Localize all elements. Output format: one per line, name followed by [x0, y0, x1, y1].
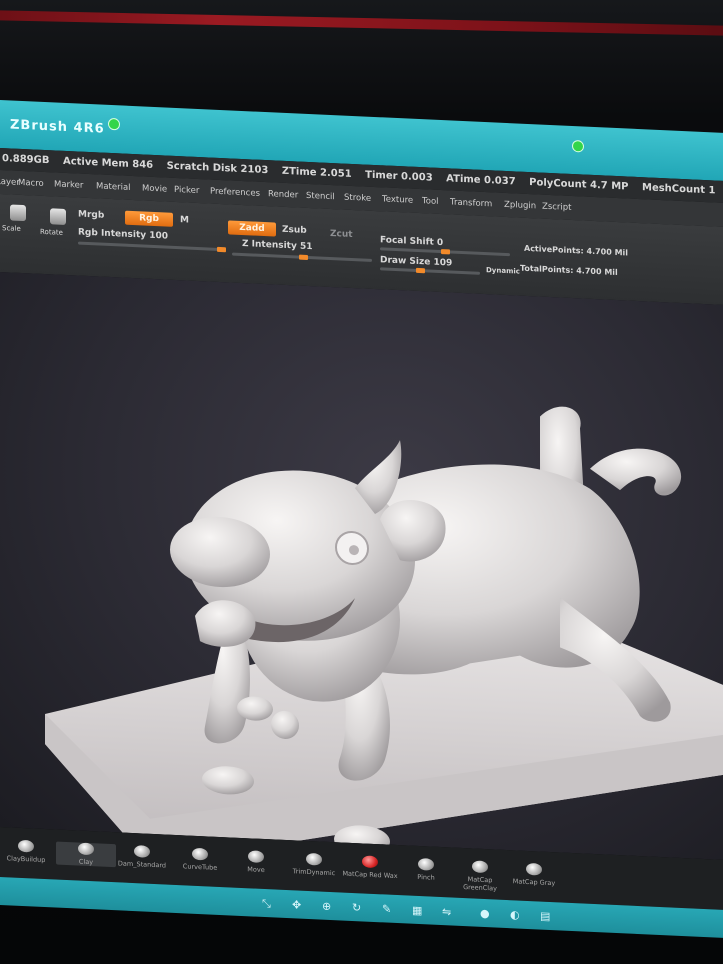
draw-size-slider[interactable]: [380, 267, 480, 275]
z-intensity-slider-knob[interactable]: [298, 254, 308, 260]
menu-item-zplugin[interactable]: Zplugin: [504, 200, 536, 211]
info-polycount: PolyCount 4.7 MP: [529, 177, 629, 193]
dog-tail: [590, 448, 682, 496]
active-points-readout: ActivePoints: 4.700 Mil: [524, 243, 629, 258]
frame-icon[interactable]: ⤡: [262, 897, 271, 911]
brush-slot-pinch[interactable]: Pinch: [396, 857, 456, 883]
info-timer: Timer 0.003: [365, 169, 433, 184]
zcut-button[interactable]: Zcut: [330, 229, 353, 240]
transparency-icon[interactable]: ◐: [510, 908, 520, 921]
sphere-icon: [362, 855, 378, 869]
menu-item-marker[interactable]: Marker: [54, 179, 83, 190]
menu-item-tool[interactable]: Tool: [422, 196, 439, 207]
info-scratch-disk: Scratch Disk 2103: [166, 160, 269, 177]
move-icon[interactable]: ✥: [292, 898, 301, 911]
focal-shift-slider-knob[interactable]: [440, 249, 450, 255]
material-slot-redwax[interactable]: MatCap Red Wax: [340, 854, 400, 880]
info-atime: ATime 0.037: [446, 173, 516, 188]
rgb-button[interactable]: Rgb: [125, 210, 173, 227]
sphere-icon: [472, 860, 488, 874]
menu-item-picker[interactable]: Picker: [174, 185, 199, 196]
rotate-view-icon[interactable]: ↻: [352, 901, 361, 914]
menu-item-material[interactable]: Material: [96, 181, 131, 193]
total-points-readout: TotalPoints: 4.700 Mil: [520, 263, 618, 278]
monitor-screen: ZBrush 4R6 0.889GB Active Mem 846 Scratc…: [0, 100, 723, 963]
sphere-icon: [192, 847, 208, 861]
symmetry-icon[interactable]: ⇋: [442, 905, 451, 918]
sphere-icon: [306, 852, 322, 866]
menu-item-layer[interactable]: Layer: [0, 177, 20, 188]
info-active-mem: Active Mem 846: [62, 155, 154, 171]
zadd-button[interactable]: Zadd: [228, 220, 276, 237]
focal-shift-label: Focal Shift 0: [380, 235, 444, 249]
material-slot-gray[interactable]: MatCap Gray: [504, 862, 564, 888]
scale-icon[interactable]: [10, 204, 26, 222]
solo-icon[interactable]: ●: [480, 907, 490, 920]
sculpt-model: [45, 406, 723, 860]
info-free-mem: 0.889GB: [2, 153, 50, 167]
brush-slot-curvetube[interactable]: CurveTube: [170, 847, 230, 873]
floor-icon[interactable]: ▦: [412, 904, 422, 917]
brush-slot-trimdynamic[interactable]: TrimDynamic: [284, 852, 344, 878]
sphere-icon: [526, 862, 542, 876]
brush-slot-move[interactable]: Move: [226, 849, 286, 875]
rotate-icon[interactable]: [50, 208, 66, 225]
status-dot-icon: [572, 139, 584, 153]
menu-item-stencil[interactable]: Stencil: [306, 191, 335, 202]
mrgb-button[interactable]: Mrgb: [78, 210, 104, 221]
z-intensity-label: Z Intensity 51: [242, 238, 313, 253]
info-ztime: ZTime 2.051: [281, 165, 352, 180]
m-button[interactable]: M: [180, 215, 189, 225]
material-slot-greenclay[interactable]: MatCap GreenClay: [450, 859, 510, 893]
menu-item-transform[interactable]: Transform: [450, 197, 492, 209]
window-title: ZBrush 4R6: [10, 117, 105, 137]
rgb-intensity-label: Rgb Intensity 100: [78, 227, 169, 242]
dynamic-button[interactable]: Dynamic: [486, 266, 520, 276]
menu-item-render[interactable]: Render: [268, 189, 298, 200]
menu-item-zscript[interactable]: Zscript: [542, 202, 572, 213]
canvas-viewport[interactable]: [0, 272, 723, 860]
menu-item-stroke[interactable]: Stroke: [344, 193, 371, 204]
sphere-icon: [78, 842, 94, 856]
sphere-icon: [18, 839, 34, 853]
brush-slot-claybuildup[interactable]: ClayBuildup: [0, 839, 56, 865]
scale-label: Scale: [2, 224, 21, 233]
sphere-icon: [418, 857, 434, 871]
polyframe-icon[interactable]: ▤: [540, 910, 550, 923]
zsub-button[interactable]: Zsub: [282, 225, 307, 236]
brush-slot-clay[interactable]: Clay: [56, 841, 116, 868]
rgb-intensity-slider[interactable]: [78, 241, 226, 252]
menu-item-macro[interactable]: Macro: [18, 178, 44, 189]
sphere-icon: [248, 850, 264, 863]
status-dot-icon: [108, 117, 120, 131]
rgb-intensity-slider-knob[interactable]: [217, 246, 226, 253]
draw-icon[interactable]: ✎: [382, 902, 391, 915]
draw-size-slider-knob[interactable]: [416, 267, 426, 274]
info-meshcount: MeshCount 1: [642, 182, 716, 197]
menu-item-preferences[interactable]: Preferences: [210, 187, 260, 199]
rotate-label: Rotate: [40, 227, 63, 237]
zoom-icon[interactable]: ⊕: [322, 900, 331, 913]
menu-item-texture[interactable]: Texture: [382, 194, 413, 205]
sphere-icon: [134, 845, 150, 858]
menu-item-movie[interactable]: Movie: [142, 183, 167, 194]
draw-size-label: Draw Size 109: [380, 255, 453, 269]
brush-slot-dam-standard[interactable]: Dam_Standard: [112, 844, 172, 870]
